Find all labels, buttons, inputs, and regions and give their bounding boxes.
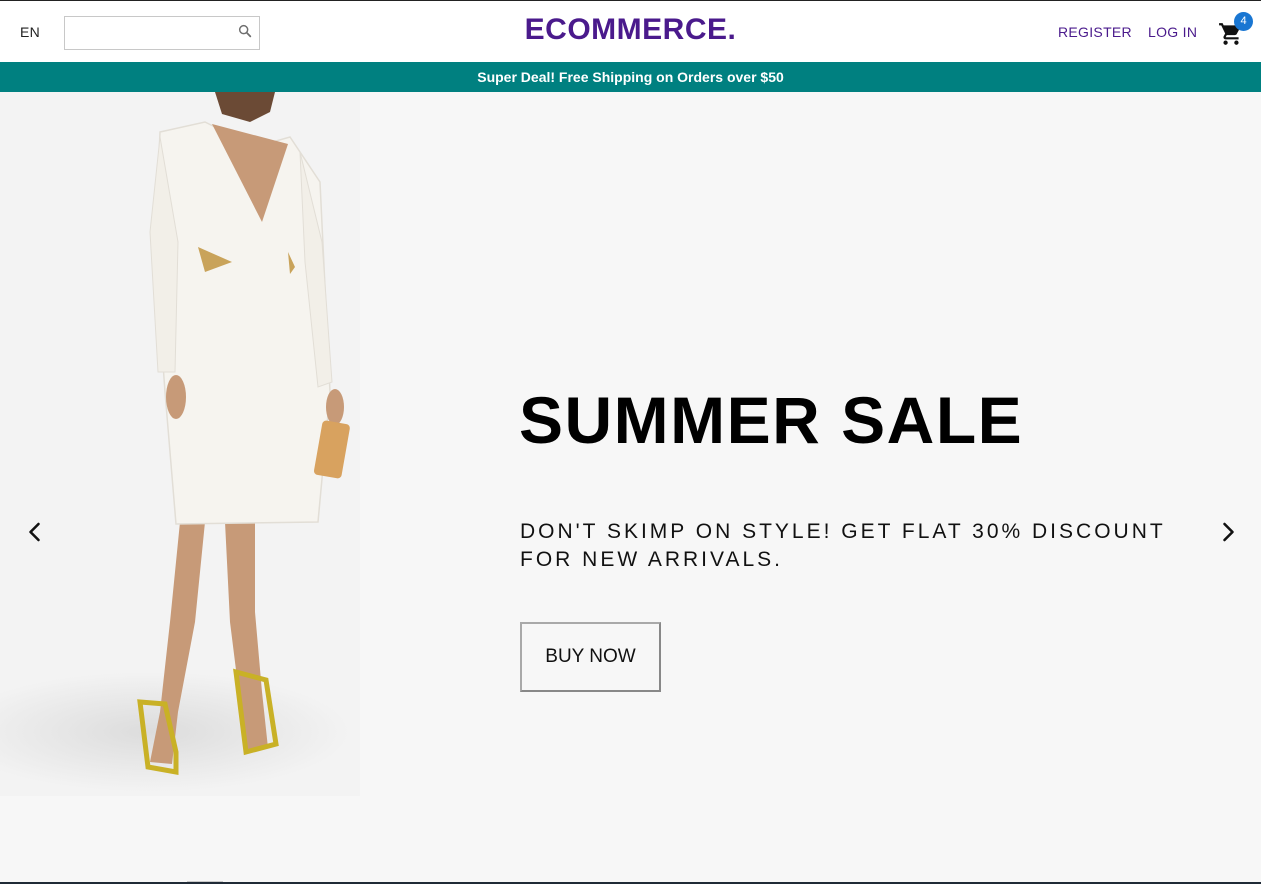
search-input[interactable] xyxy=(65,17,233,49)
logo[interactable]: ECOMMERCE. xyxy=(525,13,737,46)
cart-count-badge: 4 xyxy=(1234,12,1253,31)
buy-now-button[interactable]: BUY NOW xyxy=(520,622,661,692)
page: EN ECOMMERCE. REGISTER LOG IN 4 Super De… xyxy=(0,0,1261,884)
navbar: EN ECOMMERCE. REGISTER LOG IN 4 xyxy=(0,1,1261,61)
register-link[interactable]: REGISTER xyxy=(1058,24,1132,40)
slide-title: SUMMER SALE xyxy=(519,383,1024,457)
chevron-right-icon[interactable] xyxy=(1216,520,1240,544)
chevron-left-icon[interactable] xyxy=(23,520,47,544)
model-image xyxy=(0,92,360,796)
announcement-bar: Super Deal! Free Shipping on Orders over… xyxy=(0,62,1261,92)
search-container xyxy=(64,16,260,50)
language-selector[interactable]: EN xyxy=(20,24,40,40)
slide-indicator[interactable] xyxy=(187,881,223,882)
login-link[interactable]: LOG IN xyxy=(1148,24,1197,40)
search-icon[interactable] xyxy=(237,23,253,39)
hero-slider: SUMMER SALE DON'T SKIMP ON STYLE! GET FL… xyxy=(0,92,1261,882)
slide-description: DON'T SKIMP ON STYLE! GET FLAT 30% DISCO… xyxy=(520,520,1166,571)
